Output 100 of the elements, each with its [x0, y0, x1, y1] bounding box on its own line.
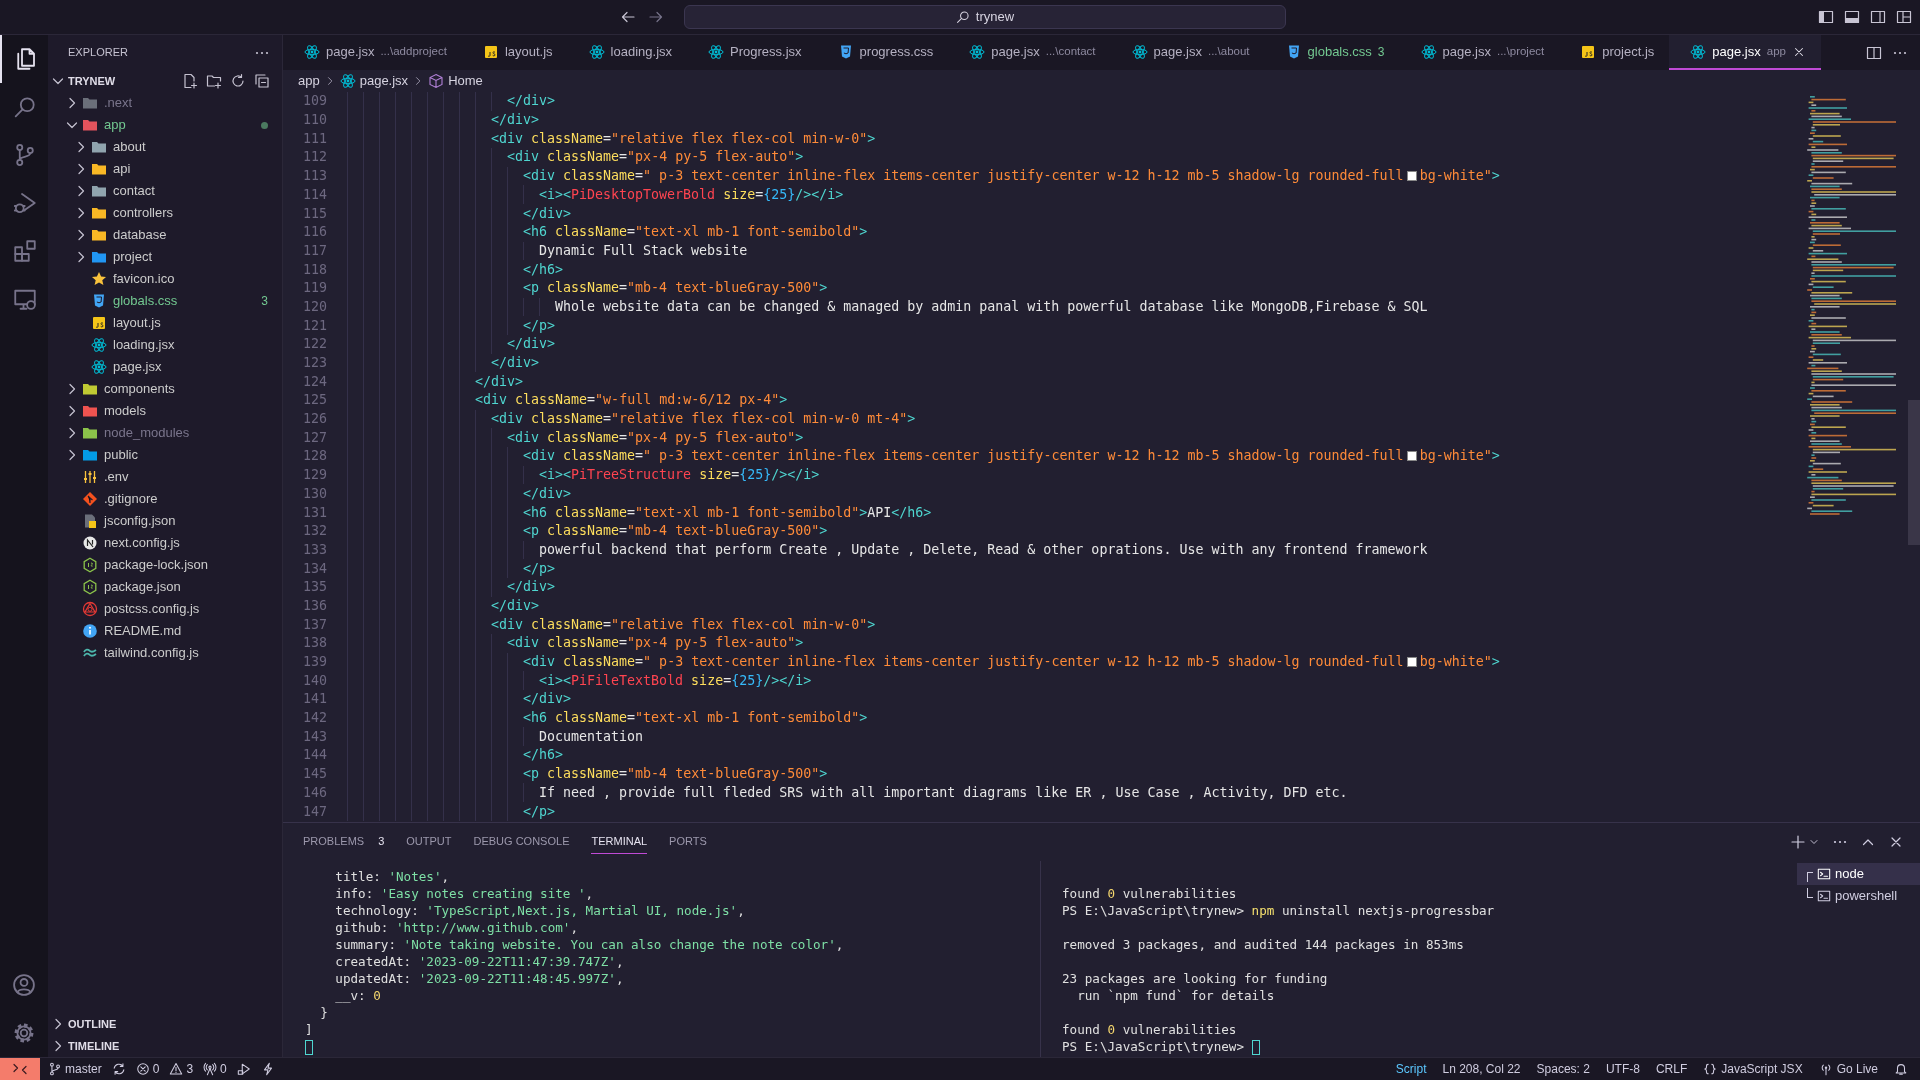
editor-tab[interactable]: Progress.jsx [687, 35, 817, 70]
code-text: <div className="relative flex flex-col min-w-0 mt-4"> [491, 410, 916, 429]
section-header[interactable]: TIMELINE [50, 1037, 120, 1055]
editor-tab[interactable]: page.jsx ...\about [1110, 35, 1265, 70]
code-text: <h6 className="text-xl mb-1 font-semibold">API</h6> [523, 503, 932, 522]
tree-item[interactable]: jsconfig.json [48, 510, 282, 532]
tree-item[interactable]: layout.js [48, 312, 282, 334]
tree-item[interactable]: models [48, 400, 282, 422]
line-number: 111 [301, 129, 327, 148]
code-text: bg-white"> [1419, 653, 1500, 671]
terminal-line: run `npm fund` for details [1076, 987, 1275, 1006]
code-text: <div className=" p-3 text-center inline-flex items-center justify-center w-12 h-12 mb-5 shadow-lg rounded-full [523, 653, 1404, 671]
panel-tab[interactable]: PROBLEMS 3 [303, 830, 385, 854]
line-number: 131 [301, 503, 327, 522]
code-text: <div className=" p-3 text-center inline-flex items-center justify-center w-12 h-12 mb-5 shadow-lg rounded-full [523, 447, 1404, 466]
breadcrumb[interactable]: page.jsx [339, 71, 409, 91]
tree-item[interactable]: tailwind.config.js [48, 642, 282, 664]
line-number: 123 [301, 354, 327, 372]
tree-item[interactable]: project [48, 246, 282, 268]
terminal-line: } [319, 1004, 328, 1023]
status-item[interactable]: 0 [135, 1060, 160, 1078]
search-field[interactable]: trynew [684, 5, 1286, 29]
status-item[interactable]: CRLF [1655, 1060, 1688, 1078]
status-item[interactable]: Ln 208, Col 22 [1442, 1060, 1521, 1078]
panel-tab[interactable]: DEBUG CONSOLE [473, 830, 570, 854]
editor-tab[interactable]: layout.js [461, 35, 568, 70]
tree-item[interactable]: components [48, 378, 282, 400]
code-text: </div> [507, 92, 556, 111]
status-item[interactable]: Go Live [1818, 1060, 1878, 1078]
status-item[interactable]: UTF-8 [1605, 1060, 1640, 1078]
terminal-line: createdAt: '2023-09-22T11:47:39.747Z', [334, 953, 624, 972]
code-text: </h6> [523, 746, 564, 765]
tree-item[interactable]: next.config.js [48, 532, 282, 554]
code-text: </div> [523, 204, 572, 223]
line-number: 130 [301, 484, 327, 503]
tree-item[interactable]: controllers [48, 202, 282, 224]
line-number: 122 [301, 335, 327, 354]
line-number: 143 [301, 727, 327, 746]
tree-item[interactable]: app [48, 114, 282, 136]
panel-tab[interactable]: OUTPUT [406, 830, 452, 854]
editor-tab[interactable]: page.jsx ...\contact [948, 35, 1111, 70]
line-number: 109 [301, 92, 327, 111]
editor-tab[interactable]: project.js [1559, 35, 1670, 70]
tree-item[interactable]: loading.jsx [48, 334, 282, 356]
panel-tab[interactable]: TERMINAL [591, 830, 648, 854]
code-text: <div className="px-4 py-5 flex-auto"> [507, 634, 804, 653]
tree-item[interactable]: .env [48, 466, 282, 488]
tree-item[interactable]: .next [48, 92, 282, 114]
terminal-item[interactable]: node [1797, 863, 1920, 885]
code-text: <div className="relative flex flex-col min-w-0"> [491, 615, 876, 634]
terminal-line: title: 'Notes', [334, 868, 450, 887]
tree-item[interactable]: package-lock.json [48, 554, 282, 576]
tree-item[interactable]: node_modules [48, 422, 282, 444]
editor-tab[interactable]: progress.css [816, 35, 949, 70]
terminal-line: updatedAt: '2023-09-22T11:48:45.997Z', [334, 970, 624, 989]
problem-count: 3 [261, 293, 268, 310]
terminal-item[interactable]: powershell [1797, 885, 1920, 907]
line-number: 128 [301, 447, 327, 466]
line-number: 118 [301, 260, 327, 279]
code-text: </div> [523, 484, 572, 503]
explorer-title: EXPLORER [68, 45, 128, 61]
tree-item[interactable]: public [48, 444, 282, 466]
tree-item[interactable]: package.json [48, 576, 282, 598]
tree-item[interactable]: globals.css 3 [48, 290, 282, 312]
tree-item[interactable]: about [48, 136, 282, 158]
status-item[interactable]: master [48, 1060, 102, 1078]
tree-item[interactable]: contact [48, 180, 282, 202]
editor-tab[interactable]: page.jsx ...\addproject [283, 35, 462, 70]
status-item[interactable]: JavaScript JSX [1703, 1060, 1803, 1078]
code-text: <div className="px-4 py-5 flex-auto"> [507, 428, 804, 447]
breadcrumb[interactable]: app [298, 71, 320, 91]
breadcrumb[interactable]: Home [428, 71, 483, 91]
line-number: 145 [301, 765, 327, 784]
status-item[interactable]: 3 [169, 1060, 194, 1078]
line-number: 119 [301, 279, 327, 298]
editor-tab[interactable]: page.jsx ...\project [1399, 35, 1560, 70]
tree-item[interactable]: page.jsx [48, 356, 282, 378]
line-number: 140 [301, 671, 327, 690]
status-item[interactable]: Script [1395, 1060, 1427, 1078]
panel-tab[interactable]: PORTS [669, 830, 707, 854]
tree-item[interactable]: README.md [48, 620, 282, 642]
editor-tab[interactable]: loading.jsx [567, 35, 688, 70]
terminal-line: info: 'Easy notes creating site ', [334, 885, 594, 904]
code-text: </div> [523, 690, 572, 709]
terminal-line: technology: 'TypeScript,Next.js, Martial UI, node.js', [334, 902, 745, 921]
line-number: 127 [301, 428, 327, 447]
code-text: <div className=" p-3 text-center inline-flex items-center justify-center w-12 h-12 mb-5 shadow-lg rounded-full [523, 167, 1404, 186]
status-item[interactable]: Spaces: 2 [1536, 1060, 1590, 1078]
tree-item[interactable]: database [48, 224, 282, 246]
editor-tab[interactable]: globals.css 3 [1264, 35, 1400, 70]
folder-header[interactable]: TRYNEW [50, 72, 116, 90]
editor-tab[interactable]: page.jsx app [1669, 35, 1821, 70]
terminal-line: removed 3 packages, and audited 144 packages in 853ms [1062, 936, 1464, 955]
line-number: 139 [301, 653, 327, 671]
tree-item[interactable]: postcss.config.js [48, 598, 282, 620]
tree-item[interactable]: api [48, 158, 282, 180]
section-header[interactable]: OUTLINE [50, 1015, 117, 1033]
status-item[interactable]: 0 [203, 1060, 227, 1078]
tree-item[interactable]: favicon.ico [48, 268, 282, 290]
tree-item[interactable]: .gitignore [48, 488, 282, 510]
